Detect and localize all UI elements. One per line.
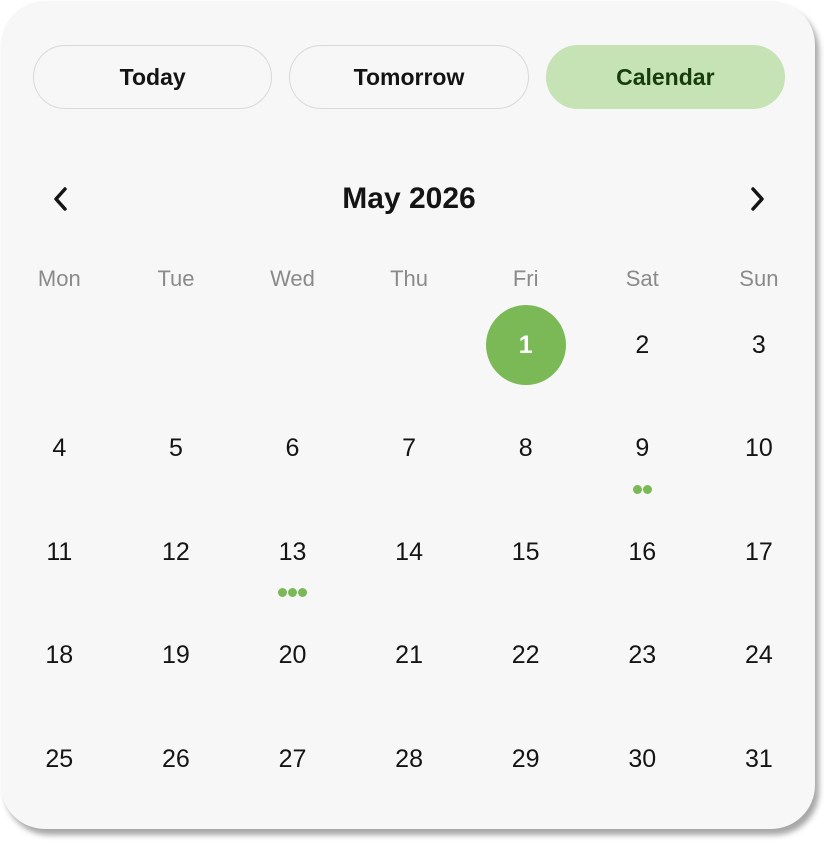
day-number: 20: [278, 641, 307, 669]
day-number: 15: [511, 537, 540, 566]
event-indicator: [632, 484, 652, 494]
day-cell-empty: [351, 301, 468, 405]
day-number: 5: [168, 434, 183, 462]
day-cell[interactable]: 2: [584, 301, 701, 405]
tab-tomorrow[interactable]: Tomorrow: [289, 45, 529, 109]
day-cell[interactable]: 7: [351, 405, 468, 509]
day-number: 10: [744, 434, 773, 462]
day-number: 24: [744, 641, 773, 669]
day-number: 25: [45, 744, 74, 773]
day-cell[interactable]: 26: [118, 715, 235, 819]
day-cell[interactable]: 24: [701, 612, 818, 716]
event-dot: [632, 484, 642, 494]
day-number: 13: [278, 537, 307, 566]
day-cell[interactable]: 20: [234, 612, 351, 716]
tab-today[interactable]: Today: [33, 45, 273, 109]
day-cell[interactable]: 16: [584, 508, 701, 612]
day-number: 18: [45, 641, 74, 669]
day-cell[interactable]: 12: [118, 508, 235, 612]
day-cell[interactable]: 5: [118, 405, 235, 509]
event-indicator: [277, 588, 307, 597]
day-number: 7: [402, 434, 417, 462]
day-number: 1: [485, 305, 566, 385]
day-number: 3: [751, 330, 766, 359]
month-title: May 2026: [342, 182, 476, 215]
day-number: 30: [628, 744, 657, 773]
day-cell[interactable]: 10: [701, 405, 818, 509]
day-cell[interactable]: 29: [467, 715, 584, 819]
day-cell[interactable]: 4: [1, 405, 118, 509]
day-grid: 1 2 3 4 5 6 7 8 9 10 11 12 13 14 15 16 17 18 19 20 21 22 23 24 2…: [1, 301, 817, 819]
day-number: 12: [161, 537, 190, 566]
day-number: 23: [628, 641, 657, 669]
day-cell-selected[interactable]: 1: [467, 301, 584, 405]
day-cell[interactable]: 21: [351, 612, 468, 716]
day-cell[interactable]: 13: [234, 508, 351, 612]
day-cell[interactable]: 27: [234, 715, 351, 819]
day-cell[interactable]: 3: [701, 301, 818, 405]
chevron-left-icon: [54, 187, 67, 211]
day-cell[interactable]: 19: [118, 612, 235, 716]
weekday-label: Sun: [739, 266, 779, 291]
day-number: 26: [161, 744, 190, 773]
day-number: 17: [744, 537, 773, 566]
weekday-label: Fri: [512, 266, 539, 291]
weekday-label: Thu: [390, 266, 429, 291]
day-number: 29: [511, 744, 540, 773]
day-cell[interactable]: 14: [351, 508, 468, 612]
day-number: 31: [744, 744, 773, 773]
day-number: 9: [635, 434, 650, 462]
day-number: 28: [395, 744, 423, 773]
day-number: 6: [285, 434, 300, 462]
prev-month-button[interactable]: [33, 171, 89, 227]
next-month-button[interactable]: [729, 171, 785, 227]
weekday-label: Mon: [37, 266, 81, 291]
day-cell[interactable]: 31: [701, 715, 818, 819]
day-number: 2: [635, 330, 650, 359]
day-number: 4: [52, 434, 67, 462]
day-cell[interactable]: 8: [467, 405, 584, 509]
day-cell-empty: [118, 301, 235, 405]
day-cell[interactable]: 25: [1, 715, 118, 819]
day-number: 16: [628, 537, 657, 566]
weekday-label: Wed: [270, 266, 315, 291]
day-cell[interactable]: 18: [1, 612, 118, 716]
day-cell-empty: [234, 301, 351, 405]
day-number: 14: [395, 537, 423, 566]
day-number: 21: [395, 641, 423, 669]
day-number: 19: [161, 641, 190, 669]
day-number: 27: [278, 744, 307, 773]
weekday-label: Tue: [157, 266, 195, 291]
calendar-card: Today Tomorrow Calendar May 2026 Mon Tue W…: [1, 1, 815, 829]
event-dot: [287, 588, 297, 597]
weekday-header-row: Mon Tue Wed Thu Fri Sat Sun: [1, 261, 817, 297]
event-dot: [642, 484, 652, 494]
day-cell[interactable]: 6: [234, 405, 351, 509]
day-cell[interactable]: 17: [701, 508, 818, 612]
day-cell[interactable]: 28: [351, 715, 468, 819]
day-cell-empty: [1, 301, 118, 405]
event-dot: [297, 588, 307, 597]
day-cell[interactable]: 11: [1, 508, 118, 612]
day-cell[interactable]: 9: [584, 405, 701, 509]
day-cell[interactable]: 15: [467, 508, 584, 612]
month-header: May 2026: [33, 171, 785, 227]
view-tabs: Today Tomorrow Calendar: [33, 45, 785, 111]
day-cell[interactable]: 23: [584, 612, 701, 716]
chevron-right-icon: [751, 187, 764, 211]
event-dot: [277, 588, 287, 597]
day-cell[interactable]: 22: [467, 612, 584, 716]
day-cell[interactable]: 30: [584, 715, 701, 819]
tab-calendar[interactable]: Calendar: [545, 45, 785, 109]
day-number: 11: [46, 537, 73, 566]
day-number: 22: [511, 641, 540, 669]
weekday-label: Sat: [625, 266, 659, 291]
day-number: 8: [518, 434, 533, 462]
